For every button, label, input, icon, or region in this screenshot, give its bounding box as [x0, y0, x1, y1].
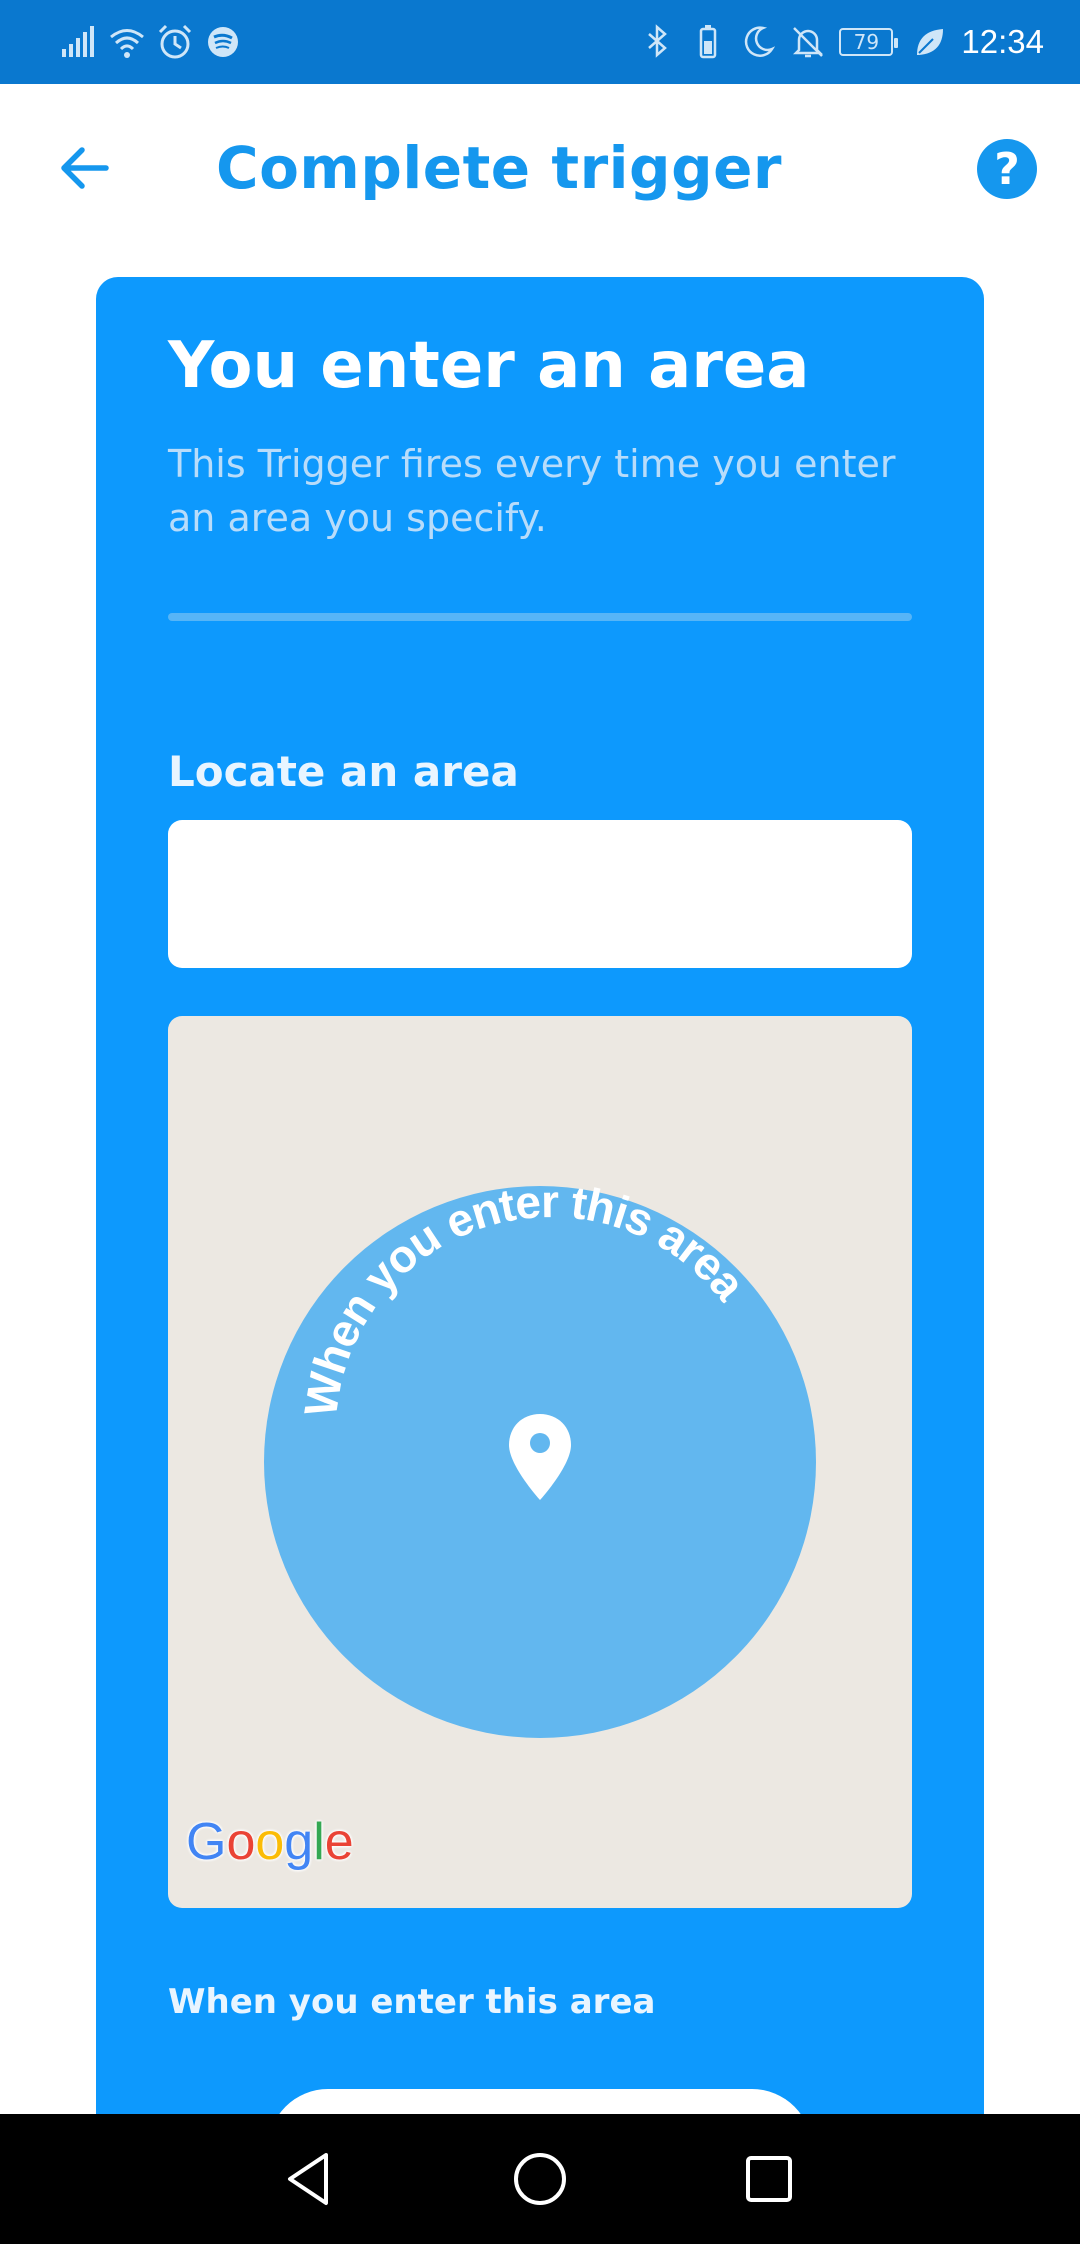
- locate-area-label: Locate an area: [168, 747, 519, 796]
- status-bar: 79 12:34: [0, 0, 1080, 84]
- bluetooth-icon: [639, 23, 677, 61]
- nav-recents-button[interactable]: [737, 2147, 801, 2211]
- battery-level: 79: [853, 30, 880, 54]
- trigger-description: This Trigger fires every time you enter …: [168, 442, 896, 540]
- help-button[interactable]: ?: [977, 139, 1037, 199]
- screen: 79 12:34 Complete trigger ? You enter an…: [0, 0, 1080, 2244]
- alarm-icon: [156, 23, 194, 61]
- google-logo: Google: [186, 1813, 354, 1871]
- map-view[interactable]: When you enter this area Google: [168, 1016, 912, 1908]
- wifi-icon: [108, 23, 146, 61]
- signal-icon: [60, 23, 98, 61]
- nav-back-button[interactable]: [278, 2147, 342, 2211]
- clock: 12:34: [961, 23, 1044, 60]
- page-title: Complete trigger: [216, 134, 783, 202]
- spotify-icon: [204, 23, 242, 61]
- battery-saver-icon: [689, 23, 727, 61]
- triangle-back-icon: [288, 2153, 328, 2205]
- area-circle[interactable]: When you enter this area: [264, 1186, 816, 1738]
- location-pin-icon: [509, 1414, 571, 1500]
- trigger-card: You enter an area This Trigger fires eve…: [96, 277, 984, 2209]
- battery-icon: 79: [839, 28, 899, 56]
- divider: [168, 613, 912, 621]
- leaf-icon: [911, 23, 949, 61]
- navigation-bar: [0, 2114, 1080, 2244]
- status-left: [60, 22, 242, 62]
- svg-text:When you enter this area: When you enter this area: [294, 1186, 756, 1420]
- status-right: 79 12:34: [639, 18, 1044, 66]
- question-mark-icon: ?: [994, 143, 1020, 195]
- back-button[interactable]: [52, 136, 116, 200]
- area-caption: When you enter this area: [168, 1982, 656, 2022]
- app-header: Complete trigger ?: [0, 84, 1080, 254]
- arc-text: When you enter this area: [294, 1186, 757, 1420]
- nav-home-button[interactable]: [508, 2147, 572, 2211]
- bell-off-icon: [789, 23, 827, 61]
- moon-icon: [739, 23, 777, 61]
- trigger-title: You enter an area: [168, 329, 810, 403]
- circle-home-icon: [514, 2153, 566, 2205]
- square-recents-icon: [746, 2156, 792, 2202]
- locate-area-input[interactable]: [168, 820, 912, 968]
- arrow-left-icon: [61, 147, 109, 189]
